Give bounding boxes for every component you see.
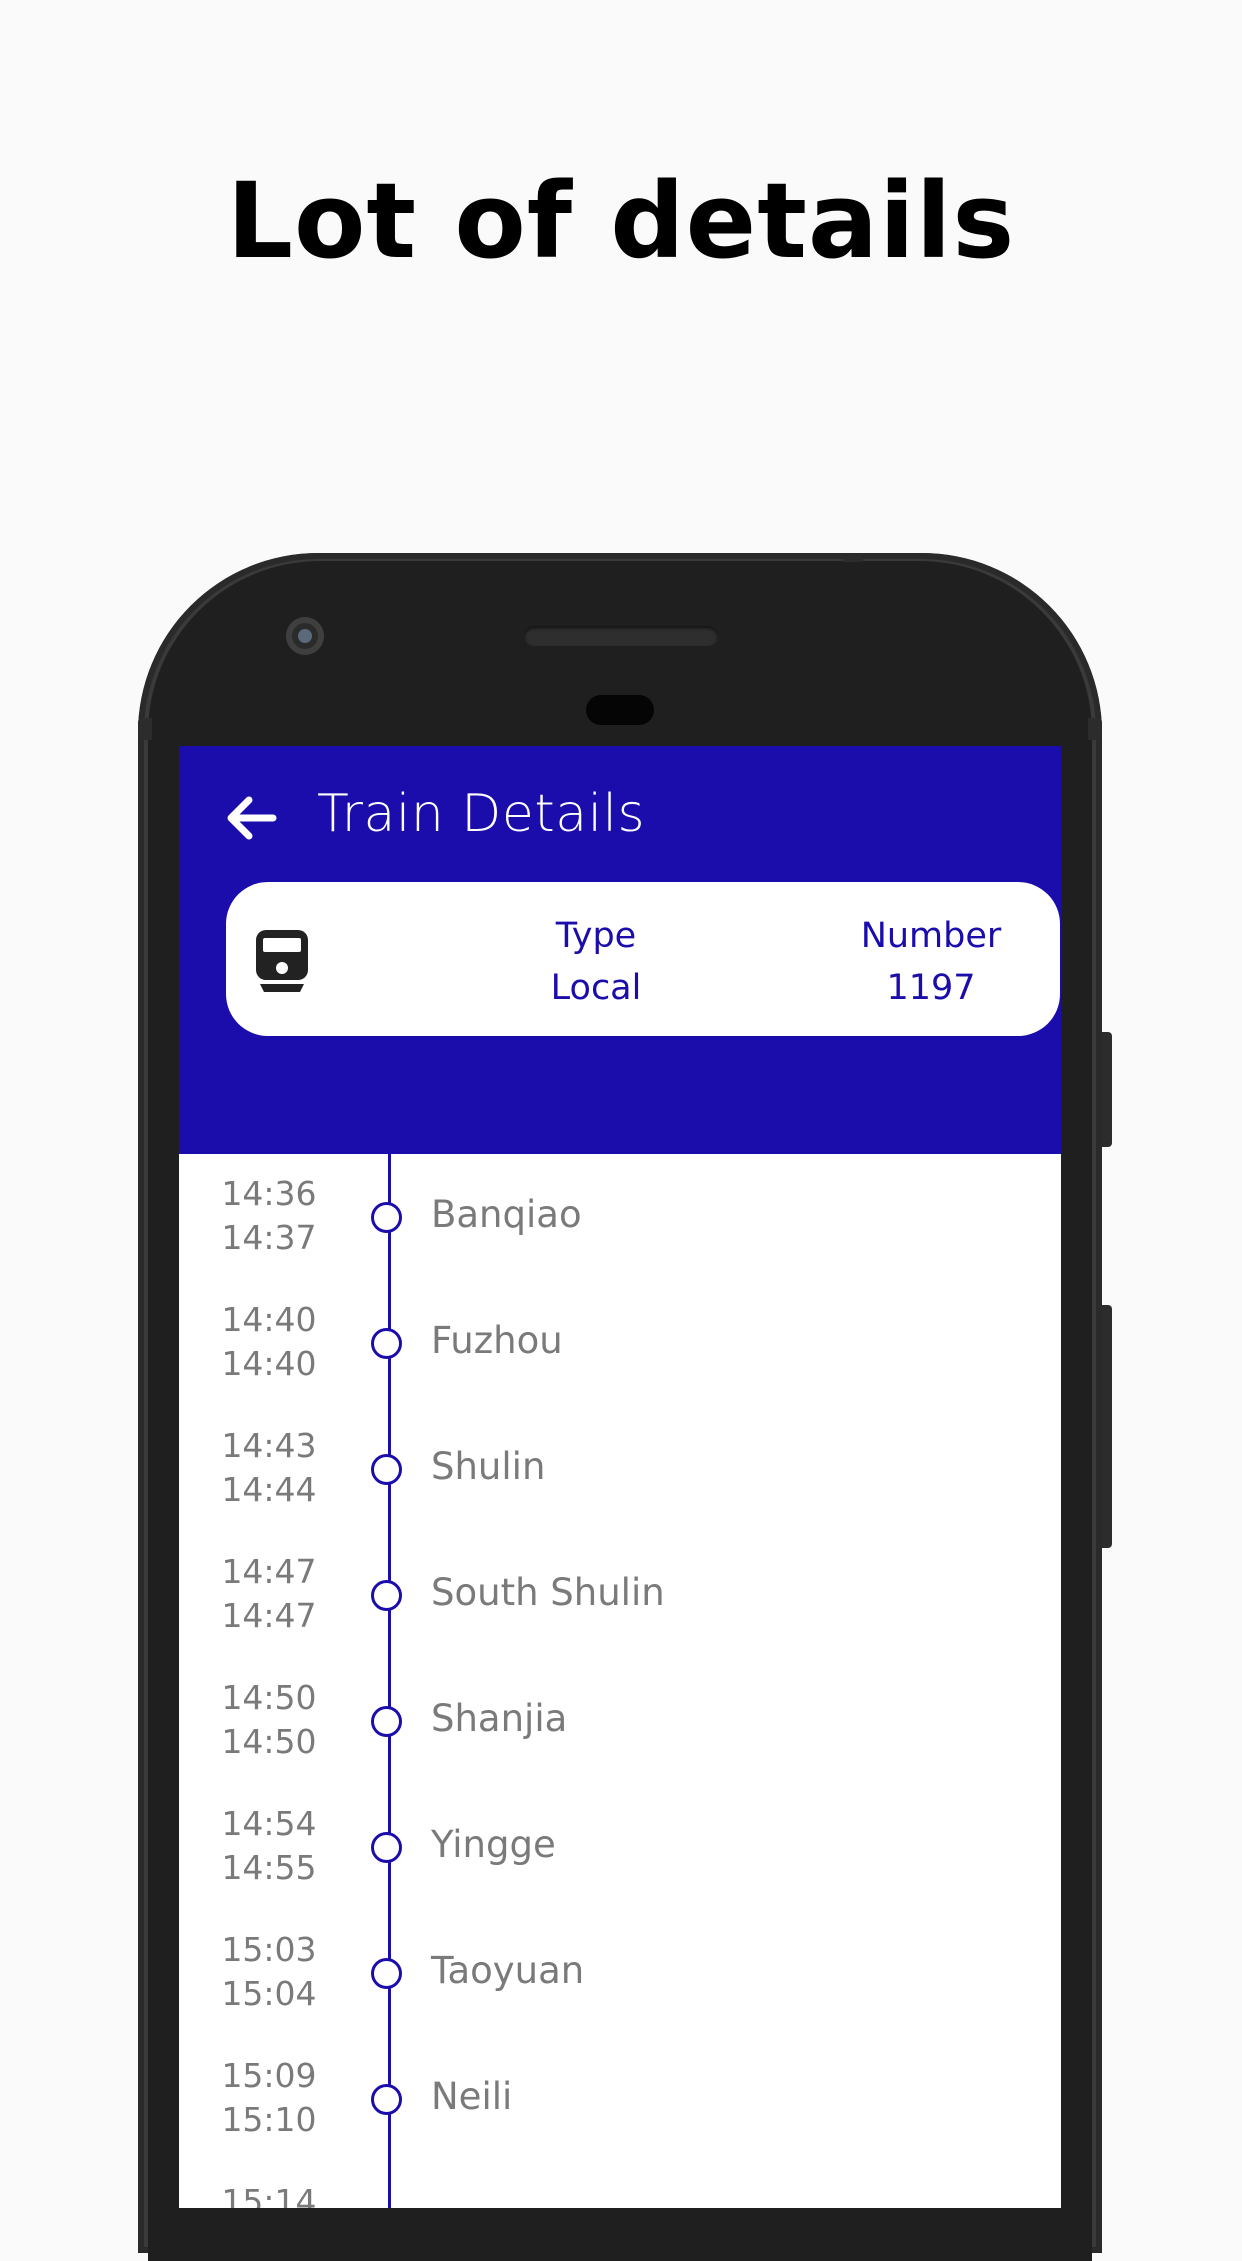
arrival-time: 14:54: [221, 1804, 317, 1843]
proximity-sensor: [586, 695, 654, 725]
train-type: Type Local: [496, 910, 696, 1014]
stop-node-icon: [371, 1202, 402, 1233]
departure-time: 14:37: [221, 1218, 317, 1257]
station-name: Yingge: [431, 1823, 556, 1866]
earpiece-speaker: [524, 626, 718, 646]
app-bar: Train Details Type Local Number 1197: [179, 746, 1061, 1154]
departure-time: 15:10: [221, 2100, 317, 2139]
station-name: Shulin: [431, 1445, 546, 1488]
arrival-time: 14:40: [221, 1300, 317, 1339]
station-name: Shanjia: [431, 1697, 568, 1740]
list-item[interactable]: 15:03 15:04 Taoyuan: [179, 1910, 1061, 2036]
phone-top-notch: [843, 556, 863, 562]
stop-times: 14:47 14:47: [219, 1550, 319, 1638]
stop-times: 14:50 14:50: [219, 1676, 319, 1764]
phone-left-edge: [138, 718, 152, 740]
arrival-time: 14:43: [221, 1426, 317, 1465]
phone-side-button-bottom: [1102, 1305, 1112, 1548]
train-number-label: Number: [860, 916, 1002, 956]
stop-node-icon: [371, 2084, 402, 2115]
page-title: Train Details: [317, 784, 646, 844]
train-icon: [256, 930, 308, 992]
train-type-label: Type: [555, 916, 637, 956]
list-item[interactable]: 15:14: [179, 2162, 1061, 2208]
arrival-time: 15:14: [221, 2182, 317, 2208]
station-name: Banqiao: [431, 1193, 582, 1236]
arrival-time: 15:03: [221, 1930, 317, 1969]
train-info-card: Type Local Number 1197: [226, 882, 1060, 1036]
departure-time: 14:47: [221, 1596, 317, 1635]
app-screen: Train Details Type Local Number 1197 14:…: [179, 746, 1061, 2208]
list-item[interactable]: 14:47 14:47 South Shulin: [179, 1532, 1061, 1658]
arrival-time: 14:47: [221, 1552, 317, 1591]
stop-node-icon: [371, 1706, 402, 1737]
stop-times: 15:03 15:04: [219, 1928, 319, 2016]
list-item[interactable]: 15:09 15:10 Neili: [179, 2036, 1061, 2162]
departure-time: 14:40: [221, 1344, 317, 1383]
station-name: Taoyuan: [431, 1949, 585, 1992]
stop-times: 15:09 15:10: [219, 2054, 319, 2142]
stop-times: 14:43 14:44: [219, 1424, 319, 1512]
stop-node-icon: [371, 1580, 402, 1611]
arrival-time: 14:50: [221, 1678, 317, 1717]
list-item[interactable]: 14:40 14:40 Fuzhou: [179, 1280, 1061, 1406]
departure-time: 14:50: [221, 1722, 317, 1761]
train-type-value: Local: [550, 968, 642, 1008]
arrival-time: 14:36: [221, 1174, 317, 1213]
page-headline: Lot of details: [226, 160, 1016, 282]
stop-node-icon: [371, 1832, 402, 1863]
station-name: South Shulin: [431, 1571, 665, 1614]
departure-time: 15:04: [221, 1974, 317, 2013]
list-item[interactable]: 14:54 14:55 Yingge: [179, 1784, 1061, 1910]
departure-time: 14:55: [221, 1848, 317, 1887]
stop-times: 14:54 14:55: [219, 1802, 319, 1890]
stop-times: 15:14: [219, 2180, 319, 2208]
list-item[interactable]: 14:50 14:50 Shanjia: [179, 1658, 1061, 1784]
stop-times: 14:36 14:37: [219, 1172, 319, 1260]
departure-time: 14:44: [221, 1470, 317, 1509]
phone-right-edge: [1088, 718, 1102, 740]
stop-node-icon: [371, 1454, 402, 1485]
station-name: Neili: [431, 2075, 513, 2118]
front-camera-icon: [286, 617, 324, 655]
list-item[interactable]: 14:43 14:44 Shulin: [179, 1406, 1061, 1532]
list-item[interactable]: 14:36 14:37 Banqiao: [179, 1154, 1061, 1280]
station-name: Fuzhou: [431, 1319, 563, 1362]
arrow-left-icon[interactable]: [221, 788, 281, 848]
phone-side-button-top: [1102, 1032, 1112, 1147]
stop-node-icon: [371, 1958, 402, 1989]
train-number: Number 1197: [826, 910, 1036, 1014]
stop-times: 14:40 14:40: [219, 1298, 319, 1386]
train-number-value: 1197: [886, 968, 976, 1008]
arrival-time: 15:09: [221, 2056, 317, 2095]
stop-node-icon: [371, 1328, 402, 1359]
